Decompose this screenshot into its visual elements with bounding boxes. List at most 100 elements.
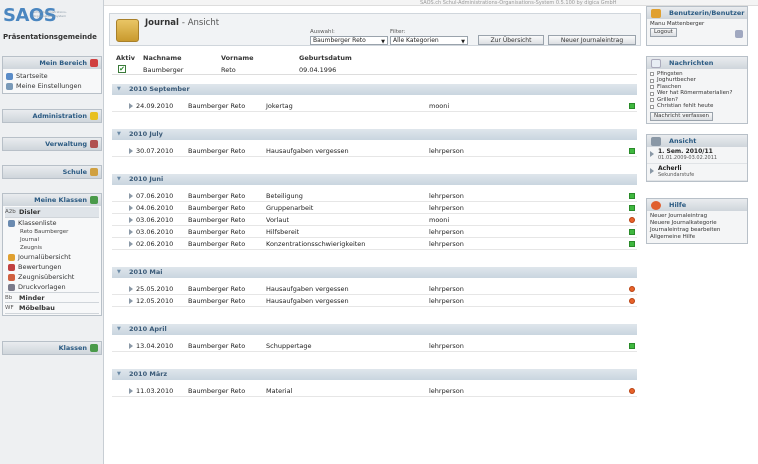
class-moebelbau[interactable]: WF Möbelbau (5, 303, 99, 314)
entry-date: 11.03.2010 (136, 387, 174, 395)
panel-header[interactable]: Mein Bereich (3, 57, 101, 69)
col-aktiv: Aktiv (116, 54, 135, 62)
nav-einstellungen[interactable]: Meine Einstellungen (6, 81, 98, 91)
nav-zeugnis[interactable]: Zeugnis (5, 244, 99, 252)
panel-header[interactable]: Administration (3, 110, 101, 122)
expand-icon[interactable] (129, 286, 133, 292)
place-item[interactable]: Acherli Sekundarstufe (647, 164, 747, 181)
panel-title: Meine Klassen (34, 196, 87, 204)
help-link[interactable]: Journaleintrag bearbeiten (650, 227, 744, 234)
entry-user: mooni (429, 216, 450, 224)
entry-date: 03.06.2010 (136, 216, 174, 224)
semester-item[interactable]: 1. Sem. 2010/11 01.01.2009-03.02.2011 (647, 147, 747, 164)
overview-button[interactable]: Zur Übersicht (478, 35, 544, 45)
entry-name: Baumberger Reto (188, 216, 246, 224)
tools-icon[interactable] (735, 30, 743, 38)
nav-startseite[interactable]: Startseite (6, 71, 98, 81)
nav-journal[interactable]: Journal (5, 236, 99, 244)
list-icon (8, 219, 15, 227)
nav-bewertungen[interactable]: Bewertungen (5, 262, 99, 272)
nav-reto-baumberger[interactable]: Reto Baumberger (5, 228, 99, 236)
panel-benutzer: Benutzerin/Benutzer Manu Mattenberger Lo… (646, 6, 748, 46)
journal-row[interactable]: 02.06.2010 Baumberger Reto Konzentrationss… (112, 239, 637, 250)
journal-row[interactable]: 30.07.2010 Baumberger Reto Hausaufgaben ve… (112, 146, 637, 157)
expand-icon[interactable] (129, 241, 133, 247)
expand-icon[interactable] (129, 205, 133, 211)
user-name: Manu Mattenberger (650, 21, 705, 27)
filter-select[interactable]: Alle Kategorien ▼ (390, 36, 468, 45)
journal-row[interactable]: 03.06.2010 Baumberger Reto Vorlaut mooni (112, 215, 637, 226)
panel-header[interactable]: Ansicht (647, 135, 747, 147)
panel-header[interactable]: Benutzerin/Benutzer (647, 7, 747, 19)
nav-druckvorlagen[interactable]: Druckvorlagen (5, 282, 99, 292)
new-entry-button[interactable]: Neuer Journaleintrag (548, 35, 636, 45)
expand-icon[interactable] (129, 343, 133, 349)
compose-message-button[interactable]: Nachricht verfassen (650, 112, 714, 121)
student-row[interactable]: ✔ Baumberger Reto 09.04.1996 (112, 64, 637, 75)
journal-row[interactable]: 03.06.2010 Baumberger Reto Hilfsbereit lehr… (112, 227, 637, 238)
journal-row[interactable]: 04.06.2010 Baumberger Reto Gruppenarbeit le… (112, 203, 637, 214)
checkbox-icon[interactable] (650, 85, 654, 90)
checkbox-icon[interactable] (650, 104, 654, 109)
col-geburtsdatum[interactable]: Geburtsdatum (299, 54, 352, 62)
status-positive-icon (629, 241, 635, 247)
logout-button[interactable]: Logout (650, 28, 677, 37)
entry-date: 24.09.2010 (136, 102, 174, 110)
month-section-header[interactable]: 2010 Mai (112, 267, 637, 278)
school-icon (90, 168, 98, 176)
journal-row[interactable]: 07.06.2010 Baumberger Reto Beteiligung lehr… (112, 191, 637, 202)
entry-topic: Konzentrationsschwierigkeiten (266, 240, 366, 248)
help-link[interactable]: Neuere Journalkategorie (650, 220, 744, 227)
panel-header[interactable]: Nachrichten (647, 57, 747, 69)
month-section-header[interactable]: 2010 Juni (112, 174, 637, 185)
expand-icon[interactable] (129, 388, 133, 394)
panel-hilfe: Hilfe Neuer Journaleintrag Neuere Journal… (646, 198, 748, 244)
expand-icon[interactable] (129, 103, 133, 109)
expand-icon[interactable] (129, 229, 133, 235)
month-section-header[interactable]: 2010 July (112, 129, 637, 140)
check-icon[interactable]: ✔ (118, 65, 126, 73)
checkbox-icon[interactable] (650, 98, 654, 103)
journal-row[interactable]: 11.03.2010 Baumberger Reto Material lehrper… (112, 386, 637, 397)
journal-row[interactable]: 24.09.2010 Baumberger Reto Jokertag mooni (112, 101, 637, 112)
help-link[interactable]: Allgemeine Hilfe (650, 234, 744, 241)
expand-icon[interactable] (129, 148, 133, 154)
journal-row[interactable]: 13.04.2010 Baumberger Reto Schuppertage leh… (112, 341, 637, 352)
panel-header[interactable]: Verwaltung (3, 138, 101, 150)
checkbox-icon[interactable] (650, 91, 654, 96)
nav-journaluebersicht[interactable]: Journalübersicht (5, 252, 99, 262)
nav-klassenliste[interactable]: Klassenliste (5, 218, 99, 228)
class-disler[interactable]: A2b Disler (5, 207, 99, 218)
journal-icon (8, 253, 15, 261)
month-section-header[interactable]: 2010 März (112, 369, 637, 380)
entry-user: lehrperson (429, 192, 464, 200)
panel-header[interactable]: Meine Klassen (3, 194, 101, 206)
message-item[interactable]: Christian fehlt heute (650, 103, 744, 111)
panel-header[interactable]: Schule (3, 166, 101, 178)
auswahl-select[interactable]: Baumberger Reto ▼ (310, 36, 388, 45)
entry-topic: Hilfsbereit (266, 228, 300, 236)
checkbox-icon[interactable] (650, 78, 654, 83)
journal-row[interactable]: 25.05.2010 Baumberger Reto Hausaufgaben ve… (112, 284, 637, 295)
panel-header[interactable]: Hilfe (647, 199, 747, 211)
status-positive-icon (629, 148, 635, 154)
panel-header[interactable]: Klassen (3, 342, 101, 354)
expand-icon[interactable] (129, 217, 133, 223)
entry-topic: Material (266, 387, 293, 395)
expand-icon[interactable] (129, 193, 133, 199)
col-nachname[interactable]: Nachname (143, 54, 182, 62)
month-section-header[interactable]: 2010 September (112, 84, 637, 95)
group-icon (90, 344, 98, 352)
entry-topic: Hausaufgaben vergessen (266, 147, 349, 155)
month-section-header[interactable]: 2010 April (112, 324, 637, 335)
nav-label: Klassenliste (18, 219, 57, 227)
nav-zeugnisuebersicht[interactable]: Zeugnisübersicht (5, 272, 99, 282)
journal-row[interactable]: 12.05.2010 Baumberger Reto Hausaufgaben ve… (112, 296, 637, 307)
panel-schule: Schule (2, 165, 102, 179)
expand-icon[interactable] (129, 298, 133, 304)
class-minder[interactable]: Bb Minder (5, 292, 99, 303)
col-vorname[interactable]: Vorname (221, 54, 254, 62)
checkbox-icon[interactable] (650, 72, 654, 77)
help-link[interactable]: Neuer Journaleintrag (650, 213, 744, 220)
status-negative-icon (629, 217, 635, 223)
